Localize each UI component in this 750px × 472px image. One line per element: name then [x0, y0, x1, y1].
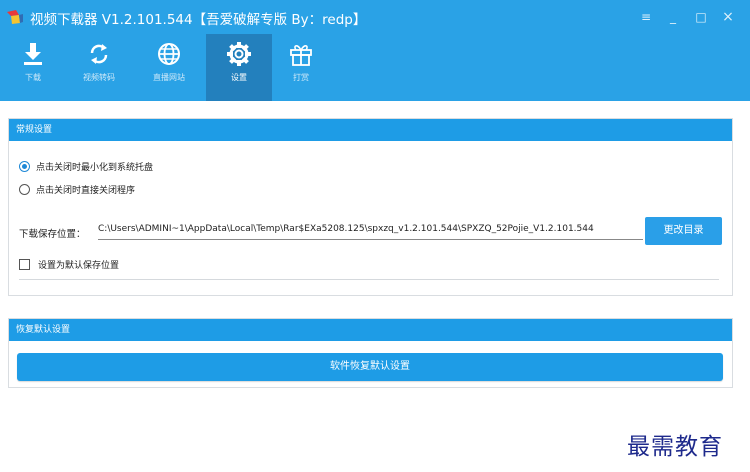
restore-defaults-header: 恢复默认设置	[9, 319, 732, 341]
minimize-button[interactable]: _	[664, 8, 682, 26]
download-icon	[24, 43, 42, 65]
app-logo-icon	[7, 10, 23, 24]
close-button[interactable]: ×	[719, 8, 737, 26]
menu-icon[interactable]: ≡	[637, 8, 655, 26]
title-bar: 视频下载器 V1.2.101.544【吾爱破解专版 By：redp】 ≡ _ □…	[0, 0, 750, 34]
save-path-input[interactable]	[98, 218, 643, 240]
nav-label: 下载	[25, 73, 41, 82]
gear-icon	[227, 42, 251, 66]
globe-icon	[158, 43, 180, 65]
minimize-to-tray-label: 点击关闭时最小化到系统托盘	[36, 162, 154, 173]
nav-label: 直播网站	[153, 73, 185, 82]
watermark: 最需教育	[627, 434, 723, 460]
window-title: 视频下载器 V1.2.101.544【吾爱破解专版 By：redp】	[30, 12, 367, 28]
radio-checked-icon[interactable]	[19, 160, 30, 172]
nav-item-download[interactable]: 下载	[0, 34, 66, 101]
top-bar: 视频下载器 V1.2.101.544【吾爱破解专版 By：redp】 ≡ _ □…	[0, 0, 750, 101]
restore-defaults-button[interactable]: 软件恢复默认设置	[17, 353, 723, 381]
change-directory-button[interactable]: 更改目录	[645, 217, 722, 245]
general-settings-header: 常规设置	[9, 119, 732, 141]
default-path-option[interactable]: 设置为默认保存位置	[19, 256, 119, 272]
nav-item-settings[interactable]: 设置	[206, 34, 272, 101]
general-settings-panel: 常规设置 点击关闭时最小化到系统托盘 点击关闭时直接关闭程序 下载保存位置： 更…	[8, 118, 733, 296]
exit-on-close-label: 点击关闭时直接关闭程序	[36, 185, 136, 196]
convert-icon	[90, 44, 108, 64]
minimize-to-tray-option[interactable]: 点击关闭时最小化到系统托盘	[19, 158, 153, 174]
nav-item-live-sites[interactable]: 直播网站	[136, 34, 202, 101]
nav-label: 设置	[231, 73, 247, 82]
exit-on-close-option[interactable]: 点击关闭时直接关闭程序	[19, 181, 135, 197]
nav-item-donate[interactable]: 打赏	[268, 34, 334, 101]
gift-icon	[290, 45, 312, 66]
main-nav: 下载 视频转码 直播网站 设置 打赏	[0, 34, 750, 101]
divider	[19, 279, 719, 280]
default-path-label: 设置为默认保存位置	[38, 260, 120, 271]
maximize-button[interactable]: □	[692, 8, 710, 26]
nav-item-convert[interactable]: 视频转码	[66, 34, 132, 101]
nav-label: 打赏	[293, 73, 309, 82]
checkbox-icon[interactable]	[19, 258, 30, 270]
save-path-label: 下载保存位置：	[19, 229, 86, 240]
radio-unchecked-icon[interactable]	[19, 183, 30, 195]
restore-defaults-panel: 恢复默认设置 软件恢复默认设置	[8, 318, 733, 388]
nav-label: 视频转码	[83, 73, 115, 82]
